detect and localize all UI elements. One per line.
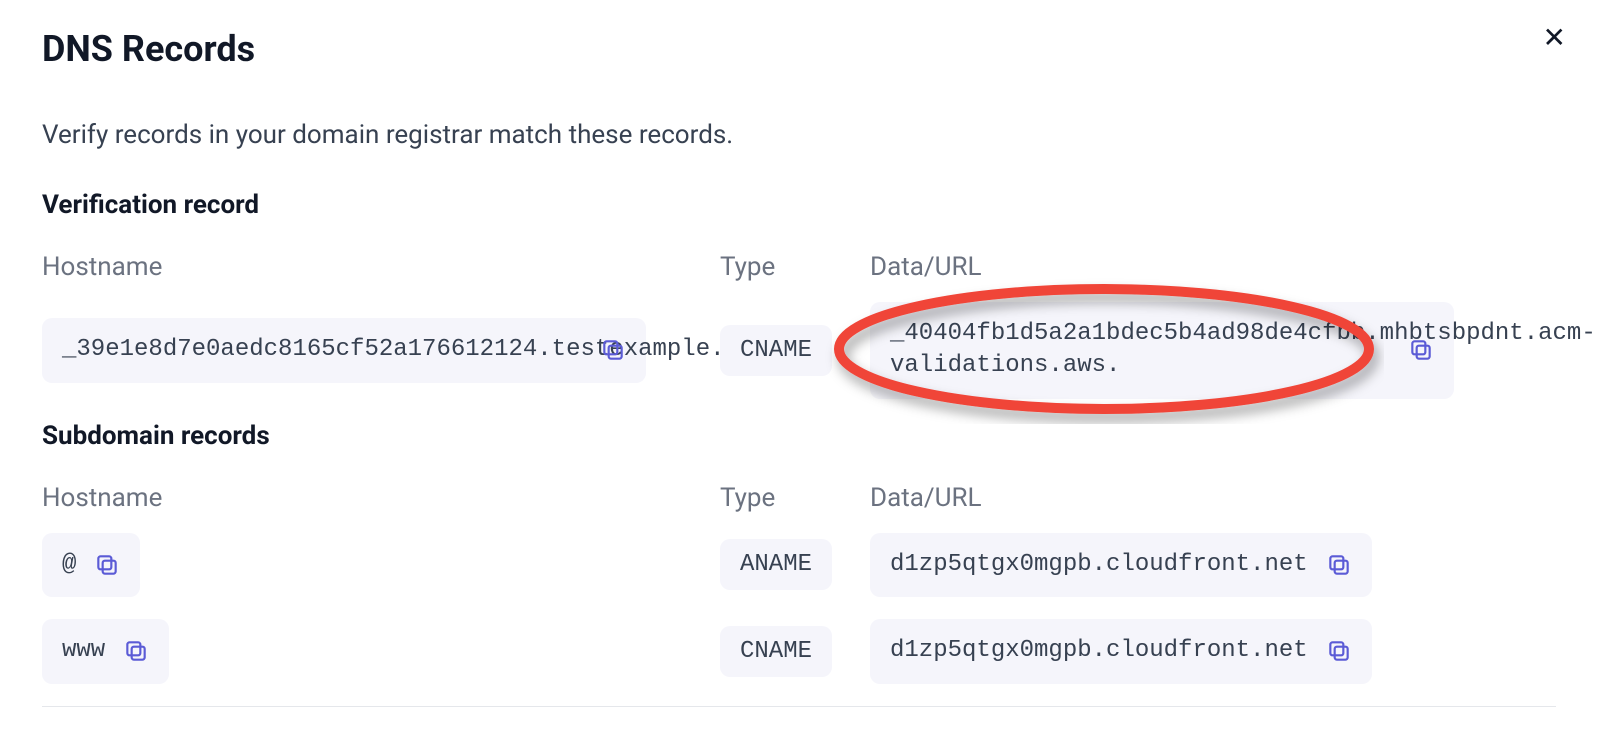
subdomain-hostname-value: @ bbox=[42, 533, 140, 597]
verification-type-value: CNAME bbox=[720, 325, 832, 376]
verification-hostname-value: _39e1e8d7e0aedc8165cf52a176612124.testex… bbox=[42, 318, 646, 382]
copy-icon[interactable] bbox=[1326, 552, 1352, 578]
subdomain-headers: Hostname Type Data/URL bbox=[42, 483, 1556, 513]
subdomain-hostname-value: www bbox=[42, 619, 169, 683]
subdomain-hostname-text: @ bbox=[62, 549, 76, 581]
close-icon[interactable]: ✕ bbox=[1539, 20, 1570, 56]
verification-hostname-text: _39e1e8d7e0aedc8165cf52a176612124.testex… bbox=[62, 334, 582, 366]
header-type: Type bbox=[720, 483, 870, 513]
header-hostname: Hostname bbox=[42, 252, 720, 282]
verification-section-title: Verification record bbox=[42, 190, 1556, 220]
subdomain-data-text: d1zp5qtgx0mgpb.cloudfront.net bbox=[890, 549, 1308, 581]
verification-headers: Hostname Type Data/URL bbox=[42, 252, 1556, 282]
section-divider bbox=[42, 706, 1556, 707]
copy-icon[interactable] bbox=[94, 552, 120, 578]
subdomain-hostname-text: www bbox=[62, 635, 105, 667]
verification-data-text: _40404fb1d5a2a1bdec5b4ad98de4cfbb.mhbtsb… bbox=[890, 318, 1390, 383]
header-data: Data/URL bbox=[870, 483, 1556, 513]
copy-icon[interactable] bbox=[1408, 337, 1434, 363]
header-type: Type bbox=[720, 252, 870, 282]
subdomain-data-value: d1zp5qtgx0mgpb.cloudfront.net bbox=[870, 619, 1372, 683]
copy-icon[interactable] bbox=[123, 638, 149, 664]
subdomain-row: @ ANAME d1zp5qtgx0mgpb.cloudfront.net bbox=[42, 533, 1556, 597]
subdomain-data-text: d1zp5qtgx0mgpb.cloudfront.net bbox=[890, 635, 1308, 667]
subdomain-type-value: CNAME bbox=[720, 626, 832, 677]
copy-icon[interactable] bbox=[600, 337, 626, 363]
page-title: DNS Records bbox=[42, 28, 1556, 70]
verification-data-value: _40404fb1d5a2a1bdec5b4ad98de4cfbb.mhbtsb… bbox=[870, 302, 1454, 399]
verification-row: _39e1e8d7e0aedc8165cf52a176612124.testex… bbox=[42, 302, 1556, 399]
instruction-text: Verify records in your domain registrar … bbox=[42, 120, 1556, 150]
header-data: Data/URL bbox=[870, 252, 1556, 282]
subdomain-section-title: Subdomain records bbox=[42, 421, 1556, 451]
subdomain-row: www CNAME d1zp5qtgx0mgpb.cloudfront.net bbox=[42, 619, 1556, 683]
header-hostname: Hostname bbox=[42, 483, 720, 513]
subdomain-type-value: ANAME bbox=[720, 539, 832, 590]
copy-icon[interactable] bbox=[1326, 638, 1352, 664]
subdomain-data-value: d1zp5qtgx0mgpb.cloudfront.net bbox=[870, 533, 1372, 597]
